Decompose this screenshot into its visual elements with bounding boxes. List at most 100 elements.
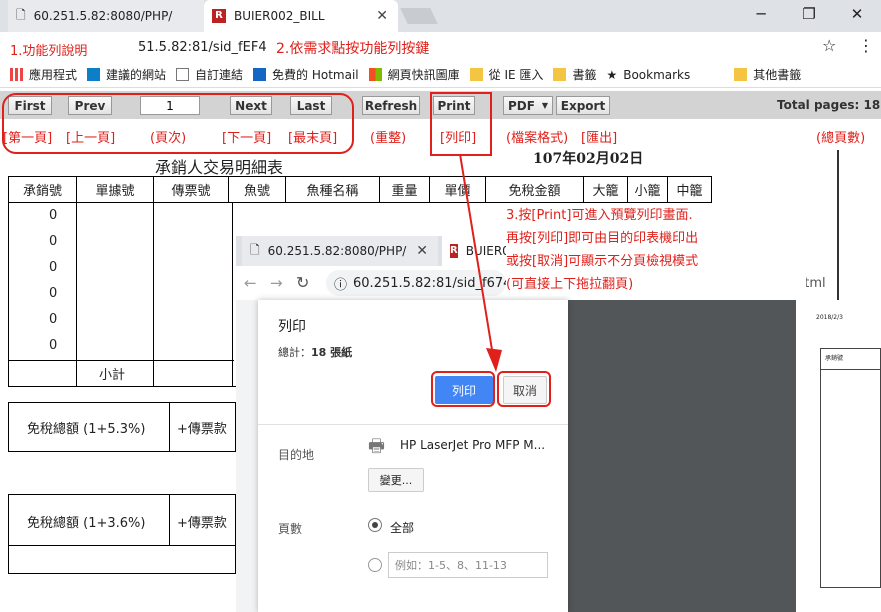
bookmark-suggested[interactable]: 建議的網站 [87, 66, 166, 83]
back-icon[interactable]: ← [244, 274, 257, 292]
custom-pages-radio[interactable] [368, 558, 382, 572]
column-divider [169, 495, 170, 545]
column-header: 承銷號 [8, 176, 77, 203]
table-cell: 0 [49, 260, 58, 275]
sheet-count: 總計：18 張紙 [278, 344, 352, 360]
bookmark-custom[interactable]: 自訂連結 [176, 66, 243, 83]
column-divider [169, 403, 170, 451]
folder-icon [553, 68, 567, 81]
step3-instructions: 3.按[Print]可進入預覽列印畫面. 再按[列印]即可由目的印表機印出 或按… [506, 204, 806, 296]
subtotal-label: 小計 [99, 368, 126, 383]
page-icon [176, 68, 190, 81]
table-header-row: 承銷號 單據號 傳票號 魚號 魚種名稱 重量 單價 免稅金額 大籠 小籠 中籠 [8, 176, 712, 203]
refresh-annotation: (重整) [370, 131, 407, 146]
minimize-icon[interactable]: ─ [738, 0, 784, 28]
outlook-icon [253, 68, 267, 81]
column-header: 魚號 [228, 176, 286, 203]
preview-divider [821, 369, 881, 370]
printer-name: HP LaserJet Pro MFP M... [400, 438, 546, 452]
page-annotation: (頁次) [150, 131, 187, 146]
refresh-button[interactable]: Refresh [362, 96, 420, 115]
printer-icon: 🖶 [368, 436, 385, 457]
preview-page: 2018/2/3 承銷號 [796, 300, 881, 590]
cancel-highlight [497, 371, 551, 407]
export-annotation: [匯出] [581, 131, 618, 146]
browser-tab-1[interactable]: 🗋 60.251.5.82:8080/PHP/ [8, 0, 204, 32]
instruction-line: 3.按[Print]可進入預覽列印畫面. [506, 208, 693, 223]
pages-label: 頁數 [278, 522, 303, 536]
first-annotation: [第一頁] [3, 131, 53, 146]
bookmark-other[interactable]: 其他書籤 [734, 66, 801, 83]
restore-icon[interactable]: ❐ [786, 0, 832, 28]
dropdown-arrow-icon: ▼ [541, 101, 548, 110]
table-cell: 0 [49, 208, 58, 223]
url-field[interactable]: 51.5.82:81/sid_fEF4 [138, 36, 850, 58]
tax-row-1: 免稅總額 (1+5.3%) +傳票款 [8, 402, 236, 452]
close-window-icon[interactable]: ✕ [834, 0, 880, 28]
format-select[interactable]: PDF ▼ [503, 96, 553, 115]
page-icon: 🗋 [250, 242, 260, 257]
bookmarks-bar: 應用程式 建議的網站 自訂連結 免費的 Hotmail 網頁快訊圖庫 從 IE … [0, 62, 881, 88]
apps-grid-icon [10, 68, 23, 81]
bookmark-hotmail[interactable]: 免費的 Hotmail [253, 66, 359, 83]
sheet-count-label: 總計： [278, 346, 311, 359]
bookmark-ie[interactable]: 從 IE 匯入 [469, 66, 543, 83]
bookmark-apps[interactable]: 應用程式 [10, 66, 77, 83]
instruction-line: 或按[取消]可顯示不分頁檢視模式 [506, 254, 699, 269]
reload-icon[interactable]: ↻ [296, 273, 309, 292]
voucher-label: +傳票款 [177, 516, 227, 531]
change-printer-button[interactable]: 變更... [368, 468, 424, 492]
print-dialog-title: 列印 [278, 319, 306, 335]
forward-icon[interactable]: → [270, 274, 283, 292]
next-annotation: [下一頁] [222, 131, 272, 146]
all-pages-label: 全部 [390, 521, 415, 535]
table-divider [8, 386, 236, 387]
print-settings-panel: 列印 總計：18 張紙 列印 取消 目的地 🖶 HP LaserJet Pro … [258, 300, 568, 612]
instruction-line: 再按[列印]即可由目的印表機印出 [506, 231, 699, 246]
star-icon[interactable]: ☆ [822, 36, 836, 55]
close-tab-icon[interactable]: ✕ [416, 243, 428, 259]
url-text: 51.5.82:81/sid_fEF4 [138, 39, 267, 55]
tab-title: BUIER002_BILL [234, 9, 325, 23]
all-pages-radio[interactable] [368, 518, 382, 532]
preview-date: 2018/2/3 [816, 314, 843, 321]
column-header: 魚種名稱 [285, 176, 380, 203]
column-divider [76, 202, 77, 386]
folder-icon [734, 68, 748, 81]
page-range-input[interactable]: 例如：1-5、8、11-13 [388, 552, 548, 578]
report-favicon-icon: R [212, 9, 226, 23]
tax-row-2: 免稅總額 (1+3.6%) +傳票款 [8, 494, 236, 574]
column-header: 小籠 [627, 176, 668, 203]
sheet-count-value: 18 張紙 [311, 346, 353, 359]
tax1-label: 免稅總額 (1+5.3%) [27, 422, 146, 437]
step1-label: 1.功能列說明 [10, 40, 88, 59]
column-header: 重量 [379, 176, 430, 203]
tab-title: 60.251.5.82:8080/PHP/ [33, 9, 173, 23]
browser-tab-2[interactable]: R BUIER002_BILL ✕ [204, 0, 398, 32]
bookmark-gallery[interactable]: 網頁快訊圖庫 [368, 66, 460, 83]
last-annotation: [最末頁] [288, 131, 338, 146]
total-annotation: (總頁數) [816, 131, 866, 146]
tax2-label: 免稅總額 (1+3.6%) [27, 516, 146, 531]
column-header: 傳票號 [153, 176, 229, 203]
close-tab-icon[interactable]: ✕ [376, 8, 388, 24]
report-table: 承銷號 單據號 傳票號 魚號 魚種名稱 重量 單價 免稅金額 大籠 小籠 中籠 [8, 176, 712, 203]
total-pages: Total pages: 18 [777, 98, 881, 112]
bing-icon [87, 68, 101, 81]
print-annotation: [列印] [440, 131, 477, 146]
column-divider [153, 202, 154, 386]
bookmark-bookmarks[interactable]: ★ Bookmarks [606, 68, 690, 82]
radio-dot [372, 522, 378, 528]
overlay-tab-1[interactable]: 🗋 60.251.5.82:8080/PHP/ ✕ [242, 236, 438, 266]
print-highlight-box [430, 92, 492, 156]
bookmark-folder[interactable]: 書籤 [553, 66, 596, 83]
step2-label: 2.依需求點按功能列按鍵 [276, 41, 430, 57]
divider [258, 424, 568, 425]
row-divider [9, 545, 235, 546]
table-cell: 0 [49, 338, 58, 353]
table-cell: 0 [49, 312, 58, 327]
column-header: 大籠 [583, 176, 628, 203]
menu-icon[interactable]: ⋮ [858, 36, 874, 55]
info-icon: ⓘ [334, 277, 348, 293]
export-button[interactable]: Export [556, 96, 610, 115]
